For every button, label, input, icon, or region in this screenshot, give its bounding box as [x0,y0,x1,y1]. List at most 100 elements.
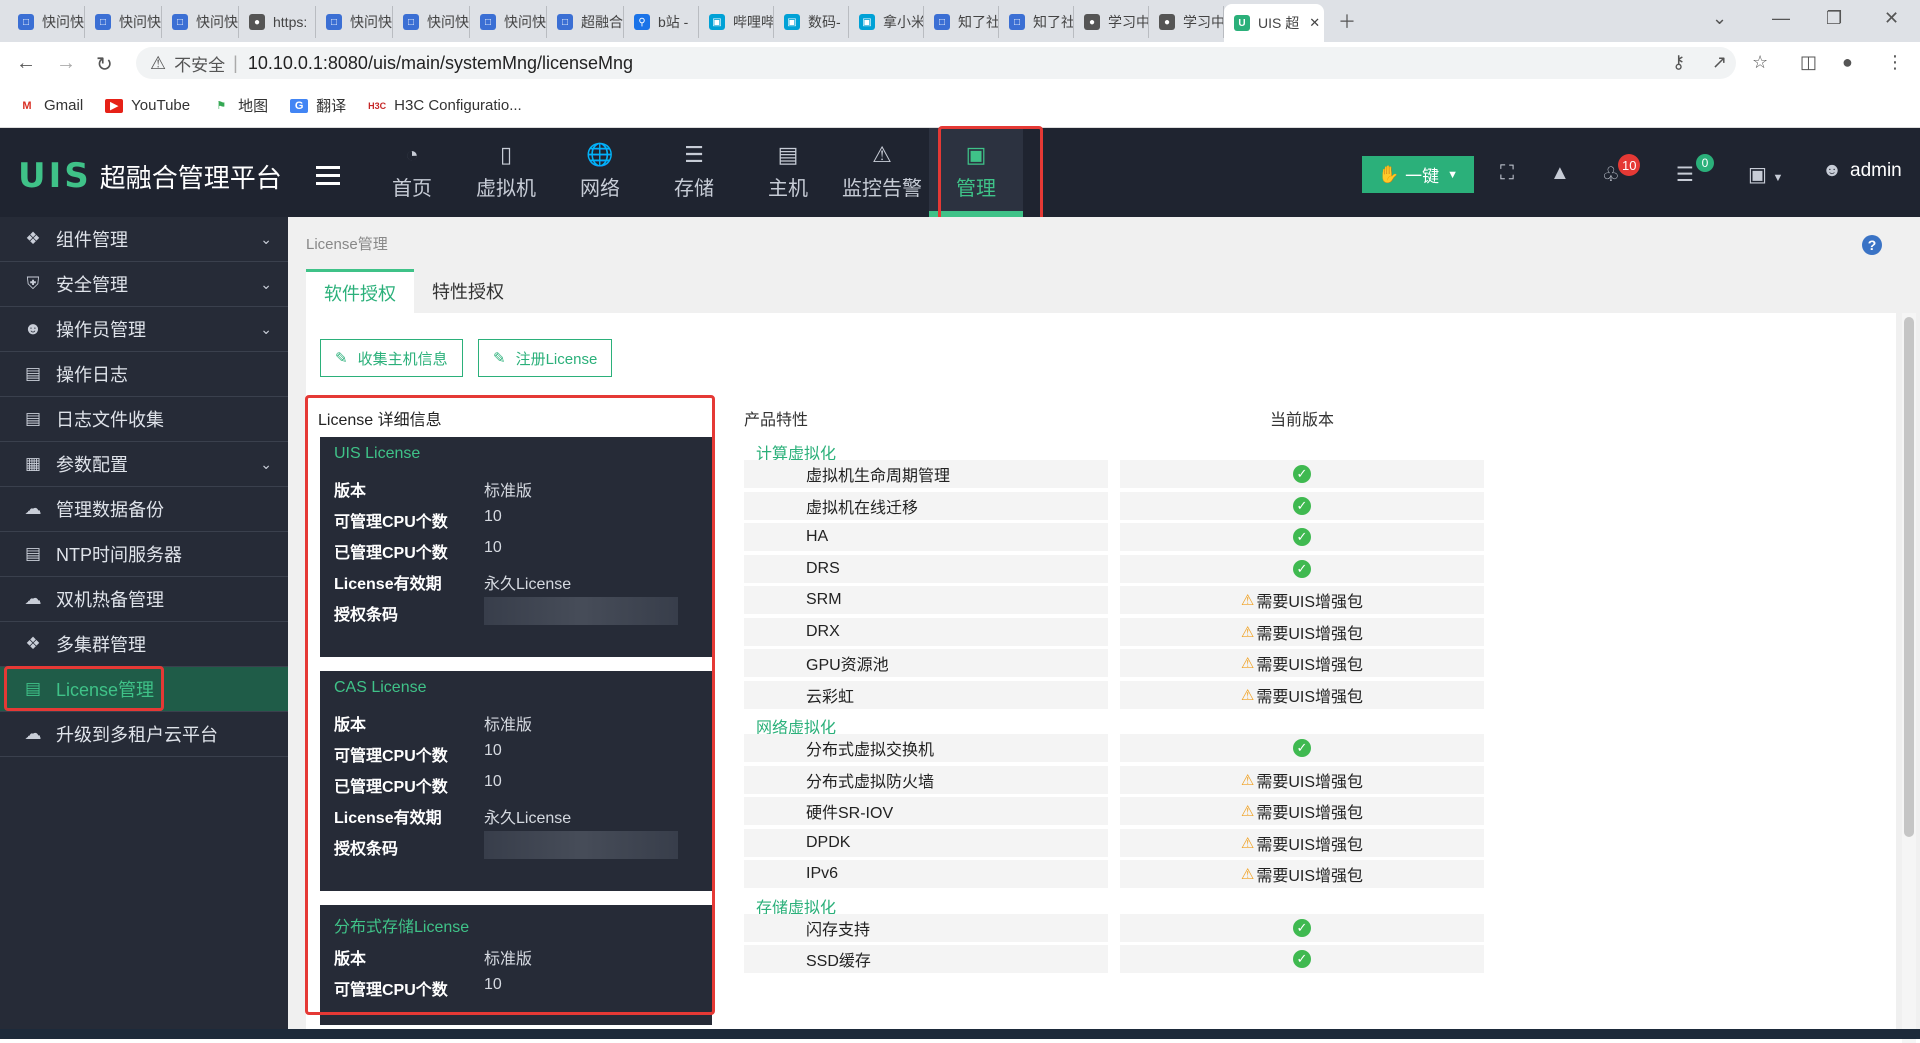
sidebar-item-label: 组件管理 [56,230,128,250]
bookmark-translate[interactable]: G 翻译 [290,95,346,116]
share-icon[interactable]: ↗ [1712,52,1727,73]
sidebar-item[interactable]: ❖ 组件管理 ⌄ [0,217,288,262]
browser-tab-label: 学习中 [1108,14,1149,30]
scrollbar[interactable] [1902,313,1916,1043]
new-tab-icon[interactable]: ＋ [1338,8,1356,34]
youtube-icon: ▶ [105,98,124,113]
url-text[interactable]: 10.10.0.1:8080/uis/main/systemMng/licens… [248,53,633,74]
doc-icon: □ [480,14,496,30]
nav-item[interactable]: ◔ 首页 [365,128,459,217]
feature-name: 虚拟机生命周期管理 [744,460,1108,488]
browser-tab[interactable]: □ 快问快 [470,6,547,38]
sidepanel-icon[interactable]: ◫ [1800,52,1817,73]
task-count-badge: 0 [1696,154,1714,172]
back-icon[interactable]: ← [16,52,36,75]
feature-status-text: 需要UIS增强包 [1256,688,1364,706]
feature-status: ⚠ 需要UIS增强包 [1120,765,1484,794]
browser-tab[interactable]: □ 超融合 [547,6,624,38]
browser-tab[interactable]: □ 快问快 [8,6,85,38]
bookmark-maps[interactable]: ⚑ 地图 [212,95,268,116]
browser-tab[interactable]: □ 快问快 [316,6,393,38]
tab-search-icon[interactable]: ⌄ [1712,8,1727,29]
nav-item[interactable]: ☰ 存储 [647,128,741,217]
feature-status-text: 需要UIS增强包 [1256,836,1364,854]
browser-tab[interactable]: ● https: [239,6,316,38]
tab-software-license[interactable]: 软件授权 [306,269,414,313]
doc-icon: □ [1009,14,1025,30]
browser-tab[interactable]: □ 快问快 [85,6,162,38]
chevron-down-icon[interactable]: ⌄ [260,276,272,293]
translate-icon: G [290,98,309,113]
tab-feature-license[interactable]: 特性授权 [414,269,522,313]
app-logo[interactable]: UIS 超融合管理平台 [18,156,282,196]
fullscreen-icon[interactable]: ⛶ [1500,162,1514,185]
collect-host-info-button[interactable]: ✎ 收集主机信息 [320,339,463,377]
browser-tab[interactable]: ● 学习中 [1149,6,1224,38]
chevron-down-icon[interactable]: ⌄ [260,321,272,338]
screen-icon[interactable]: ▣ ▼ [1748,162,1783,187]
bookmark-label: 地图 [238,98,269,115]
sidebar-item[interactable]: ☁ 双机热备管理 [0,577,288,622]
feature-name: HA [744,523,1108,551]
bookmark-gmail[interactable]: M Gmail [18,97,83,114]
sidebar-item[interactable]: ▦ 参数配置 ⌄ [0,442,288,487]
browser-tab-label: 快问快 [196,14,238,30]
reload-icon[interactable]: ↻ [96,52,113,77]
browser-tab[interactable]: ▣ 哔哩哔 [699,6,774,38]
sidebar-item[interactable]: ☻ 操作员管理 ⌄ [0,307,288,352]
sidebar-item[interactable]: ▤ 日志文件收集 [0,397,288,442]
profile-icon[interactable]: ● [1842,52,1853,73]
browser-tab[interactable]: □ 知了社 [924,6,999,38]
star-icon[interactable]: ☆ [1752,52,1768,73]
sidebar-item[interactable]: ☁ 管理数据备份 [0,487,288,532]
browser-tab[interactable]: ▣ 拿小米 [849,6,924,38]
browser-tab[interactable]: ● 学习中 [1074,6,1149,38]
nav-item[interactable]: ▤ 主机 [741,128,835,217]
menu-icon[interactable]: ⋮ [1886,52,1904,73]
sidebar-item[interactable]: ▤ 操作日志 [0,352,288,397]
maximize-icon[interactable]: ❐ [1826,8,1842,29]
help-icon[interactable]: ? [1862,235,1882,255]
sidebar-item[interactable]: ❖ 多集群管理 [0,622,288,667]
nav-item[interactable]: ▯ 虚拟机 [459,128,553,217]
sidebar-item[interactable]: ⛨ 安全管理 ⌄ [0,262,288,307]
nav-item[interactable]: 🌐 网络 [553,128,647,217]
doc-icon: □ [172,14,188,30]
browser-tab-label: 拿小米 [883,14,924,30]
chevron-down-icon[interactable]: ⌄ [260,456,272,473]
omnibox[interactable]: ⚠ 不安全 | 10.10.0.1:8080/uis/main/systemMn… [136,47,1736,79]
feature-name: 分布式虚拟交换机 [744,734,1108,762]
browser-tab[interactable]: □ 知了社 [999,6,1074,38]
onekey-button[interactable]: ✋ 一键 ▼ [1362,156,1474,193]
close-tab-icon[interactable]: ✕ [1309,15,1320,31]
minimize-icon[interactable]: — [1772,8,1790,29]
close-window-icon[interactable]: ✕ [1884,8,1899,29]
browser-tab[interactable]: ▣ 数码- [774,6,849,38]
task-icon[interactable]: ☰ [1676,162,1694,187]
user-icon: ☻ [24,319,42,338]
browser-tab[interactable]: U UIS 超 ✕ [1224,4,1324,42]
register-license-button[interactable]: ✎ 注册License [478,339,613,377]
sidebar-item-label: 操作员管理 [56,320,146,340]
browser-tab[interactable]: □ 快问快 [162,6,239,38]
forward-icon[interactable]: → [56,52,76,75]
user-menu[interactable]: ☻ admin [1822,160,1902,182]
chevron-down-icon[interactable]: ⌄ [260,231,272,248]
feature-status-text: 需要UIS增强包 [1256,594,1364,611]
scrollbar-thumb[interactable] [1904,317,1914,837]
sidebar: ❖ 组件管理 ⌄ ⛨ 安全管理 ⌄ ☻ 操作员管理 ⌄ ▤ 操作日志 ▤ 日志文件收集 ▦ 参数配置 ⌄ ☁ 管理… [0,217,288,1039]
feature-status: ⚠ 需要UIS增强包 [1120,586,1484,614]
browser-tab[interactable]: □ 快问快 [393,6,470,38]
browser-tab[interactable]: ⚲ b站 - [624,6,699,38]
key-icon[interactable]: ⚷ [1672,52,1685,73]
browser-tab-label: 快问快 [42,14,84,30]
hamburger-icon[interactable] [316,166,340,190]
skin-icon[interactable]: ▲ [1550,162,1570,185]
bookmark-label: H3C Configuratio... [394,97,522,114]
bookmark-h3c[interactable]: H3C H3C Configuratio... [368,97,522,114]
sidebar-item[interactable]: ☁ 升级到多租户云平台 [0,712,288,757]
file-icon: ▤ [24,409,42,428]
sidebar-item[interactable]: ▤ NTP时间服务器 [0,532,288,577]
bookmark-youtube[interactable]: ▶ YouTube [105,97,190,114]
nav-item[interactable]: ⚠ 监控告警 [835,128,929,217]
